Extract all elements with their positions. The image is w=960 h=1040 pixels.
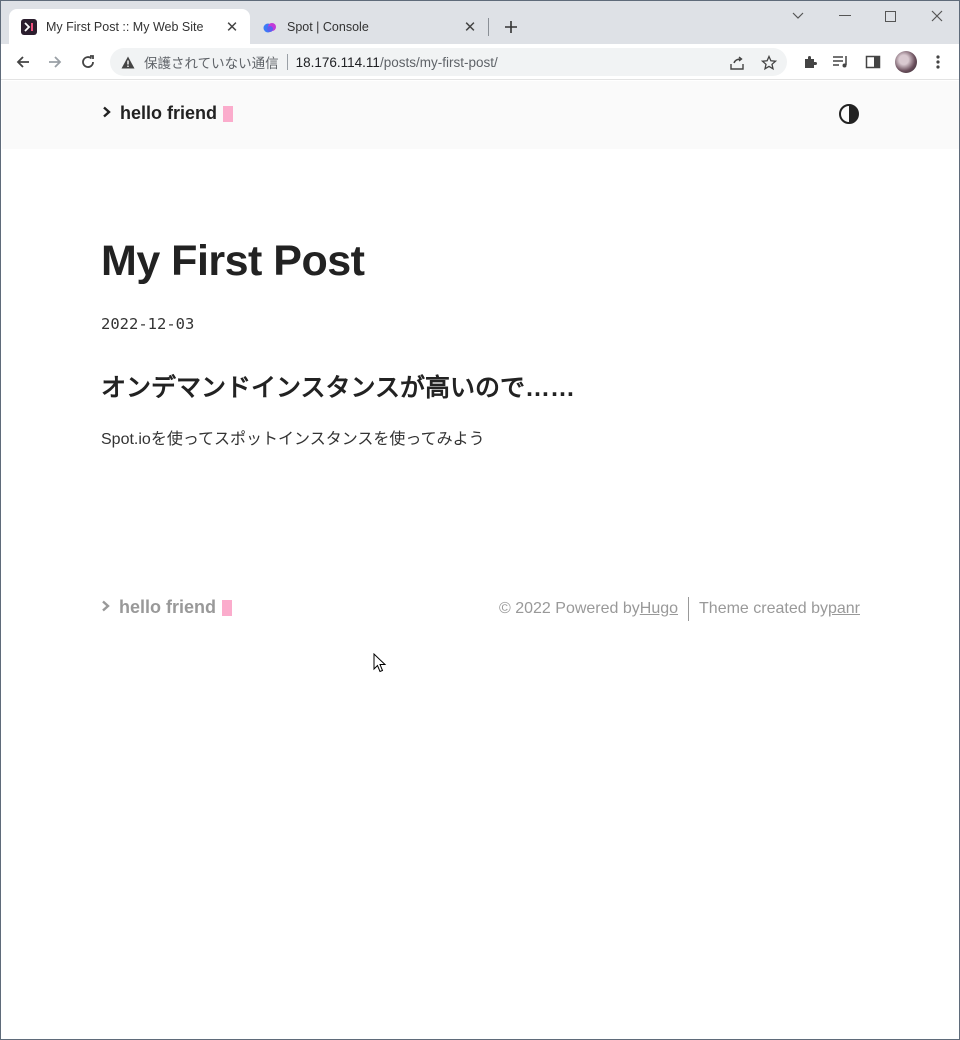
footer-logo[interactable]: hello friend (101, 597, 233, 618)
url-host: 18.176.114.11 (295, 54, 380, 70)
mouse-pointer-icon (373, 652, 387, 673)
tab-search-chevron-icon[interactable] (787, 5, 809, 27)
chevron-right-icon (101, 599, 111, 617)
close-tab-icon[interactable]: ✕ (460, 17, 480, 37)
post-title: My First Post (101, 237, 365, 285)
logo-text: hello friend (120, 103, 218, 123)
browser-window: My First Post :: My Web Site ✕ Spot | Co… (0, 0, 960, 1040)
maximize-icon[interactable] (879, 5, 901, 27)
new-tab-icon[interactable] (500, 16, 522, 38)
security-label[interactable]: 保護されていない通信 (144, 52, 279, 72)
tab-spot-console[interactable]: Spot | Console ✕ (250, 9, 488, 44)
theme-credit-text: Theme created by (699, 600, 828, 617)
close-tab-icon[interactable]: ✕ (222, 17, 242, 37)
extensions-puzzle-icon[interactable] (801, 53, 819, 71)
browser-toolbar: 保護されていない通信 18.176.114.11 /posts/my-first… (1, 44, 959, 80)
footer-logo-text: hello friend (119, 597, 217, 617)
logo-cursor-block (223, 105, 234, 122)
hugo-link[interactable]: Hugo (640, 600, 678, 618)
chevron-right-icon (102, 105, 112, 123)
kebab-menu-icon[interactable] (929, 53, 947, 71)
side-panel-icon[interactable] (864, 53, 882, 71)
footer-divider (688, 597, 690, 621)
reload-icon[interactable] (76, 50, 100, 74)
forward-arrow-icon[interactable] (43, 50, 67, 74)
post-heading: オンデマンドインスタンスが高いので…… (101, 374, 576, 402)
site-logo[interactable]: hello friend (102, 103, 234, 124)
media-queue-icon[interactable] (832, 53, 850, 71)
tab-title: My First Post :: My Web Site (46, 19, 204, 34)
post-paragraph: Spot.ioを使ってスポットインスタンスを使ってみよう (101, 431, 485, 448)
share-icon[interactable] (728, 54, 746, 72)
tab-strip: My First Post :: My Web Site ✕ Spot | Co… (1, 1, 959, 44)
post-date: 2022-12-03 (101, 315, 195, 333)
copyright-text: © 2022 Powered by (499, 600, 640, 617)
hugo-terminal-icon (21, 18, 37, 35)
bookmark-star-icon[interactable] (760, 54, 778, 72)
theme-toggle-icon[interactable] (838, 103, 860, 125)
address-divider (286, 54, 288, 70)
site-header: hello friend (2, 81, 959, 149)
warning-triangle-icon[interactable] (120, 54, 136, 70)
footer-cursor-block (222, 599, 233, 616)
footer-copyright: © 2022 Powered by Hugo Theme created by … (499, 597, 860, 621)
spot-cloud-icon (262, 19, 278, 35)
tab-my-first-post[interactable]: My First Post :: My Web Site ✕ (9, 9, 250, 44)
profile-avatar[interactable] (895, 51, 917, 73)
back-arrow-icon[interactable] (11, 50, 35, 74)
tab-title: Spot | Console (287, 19, 369, 34)
minimize-icon[interactable] (834, 5, 856, 27)
url-path: /posts/my-first-post/ (379, 54, 498, 70)
window-close-icon[interactable] (926, 5, 948, 27)
address-bar[interactable]: 保護されていない通信 18.176.114.11 /posts/my-first… (110, 48, 787, 76)
tab-separator (488, 18, 489, 36)
panr-link[interactable]: panr (828, 600, 860, 618)
